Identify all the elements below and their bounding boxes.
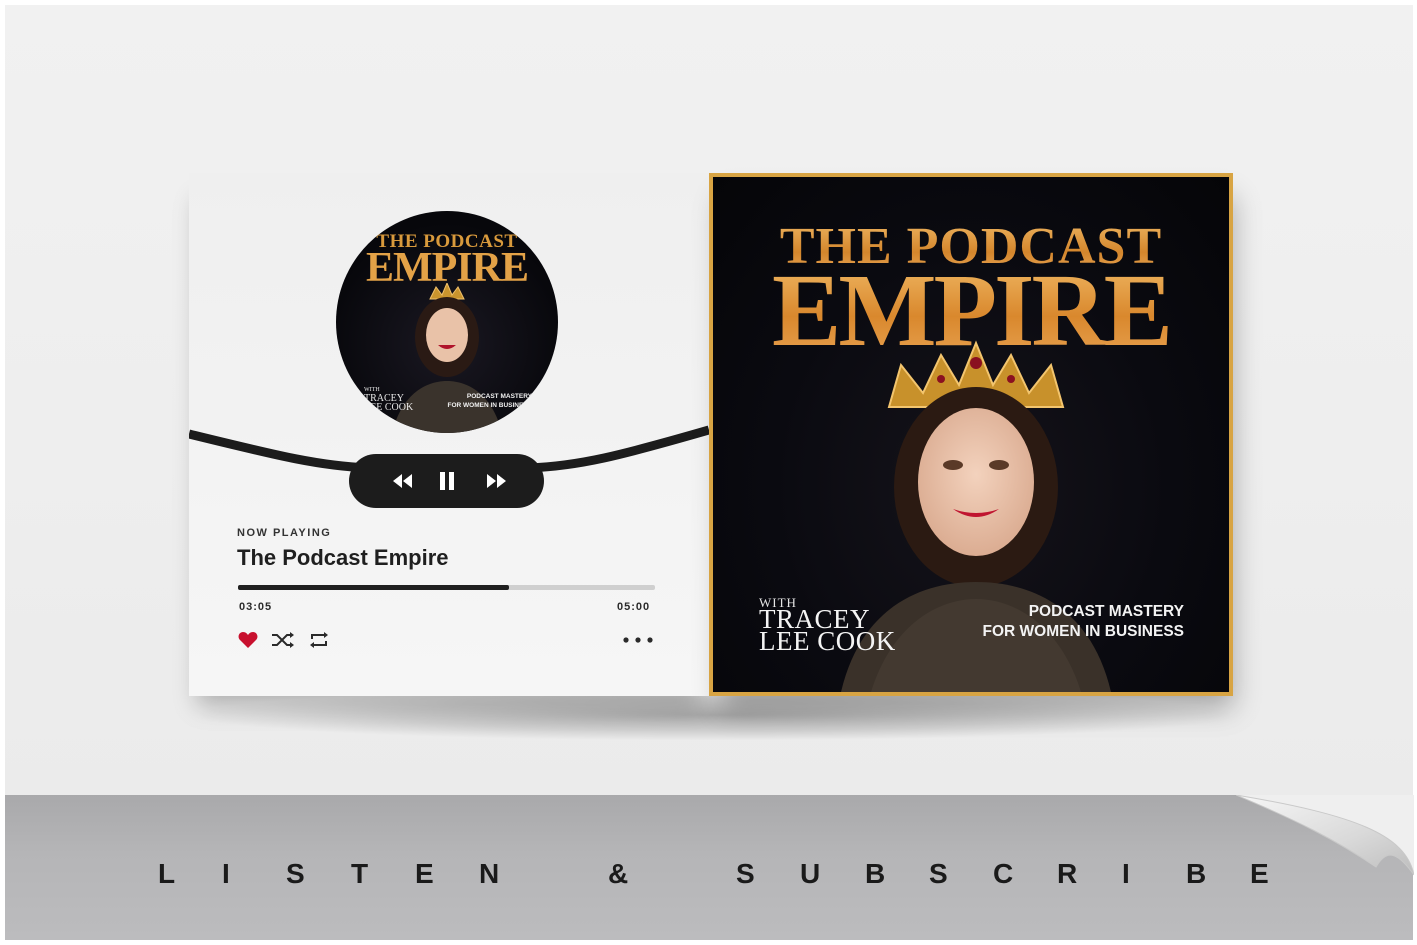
repeat-icon[interactable] (308, 631, 330, 649)
listen-subscribe-tagline: L I S T E N & S U B S C R I B E (0, 858, 1417, 898)
progress-bar-fill (238, 585, 510, 590)
fast-forward-icon[interactable] (486, 472, 508, 490)
playback-controls (349, 454, 544, 508)
cover-tagline-line1: PODCAST MASTERY (1028, 603, 1184, 620)
pause-icon[interactable] (439, 470, 455, 492)
total-time: 05:00 (617, 601, 651, 613)
album-art-tagline: PODCAST MASTERY FOR WOMEN IN BUSINESS (447, 393, 532, 409)
tagline-letter: & (608, 858, 629, 889)
tagline-letter: B (865, 858, 886, 889)
tagline-letter: L (158, 858, 176, 889)
more-icon[interactable] (622, 635, 654, 645)
current-time: 03:05 (239, 601, 273, 613)
heart-icon[interactable] (238, 631, 258, 649)
podcast-cover-art: THE PODCAST EMPIRE WITH TRACEY LEE COOK (709, 173, 1233, 696)
tagline-letter: N (479, 858, 500, 889)
tagline-letter: S (286, 858, 305, 889)
track-title: The Podcast Empire (237, 545, 449, 570)
board-shadow (200, 690, 1230, 740)
progress-bar[interactable] (238, 585, 655, 590)
cover-tagline-line2: FOR WOMEN IN BUSINESS (982, 623, 1184, 640)
tagline-letter: I (1122, 858, 1130, 889)
tagline-letter: U (800, 858, 821, 889)
cover-art-inner: THE PODCAST EMPIRE WITH TRACEY LEE COOK (713, 177, 1229, 692)
tagline-letter: E (415, 858, 434, 889)
podcast-player-card: THE PODCAST EMPIRE WITH TRACEY LEE COOK … (189, 173, 709, 696)
cover-host-name-line2: LEE COOK (759, 626, 896, 656)
tagline-letter: T (351, 858, 369, 889)
tagline-letter: R (1057, 858, 1078, 889)
album-art-host: WITH TRACEY LEE COOK (364, 387, 414, 413)
tagline-letter: I (222, 858, 230, 889)
rewind-icon[interactable] (391, 472, 413, 490)
tagline-letter: C (993, 858, 1014, 889)
shuffle-icon[interactable] (271, 631, 295, 649)
now-playing-label: NOW PLAYING (237, 527, 332, 539)
tagline-letter: E (1250, 858, 1269, 889)
tagline-letter: S (929, 858, 948, 889)
album-art-thumbnail: THE PODCAST EMPIRE WITH TRACEY LEE COOK … (336, 211, 558, 433)
tagline-letter: B (1186, 858, 1207, 889)
tagline-letter: S (736, 858, 755, 889)
